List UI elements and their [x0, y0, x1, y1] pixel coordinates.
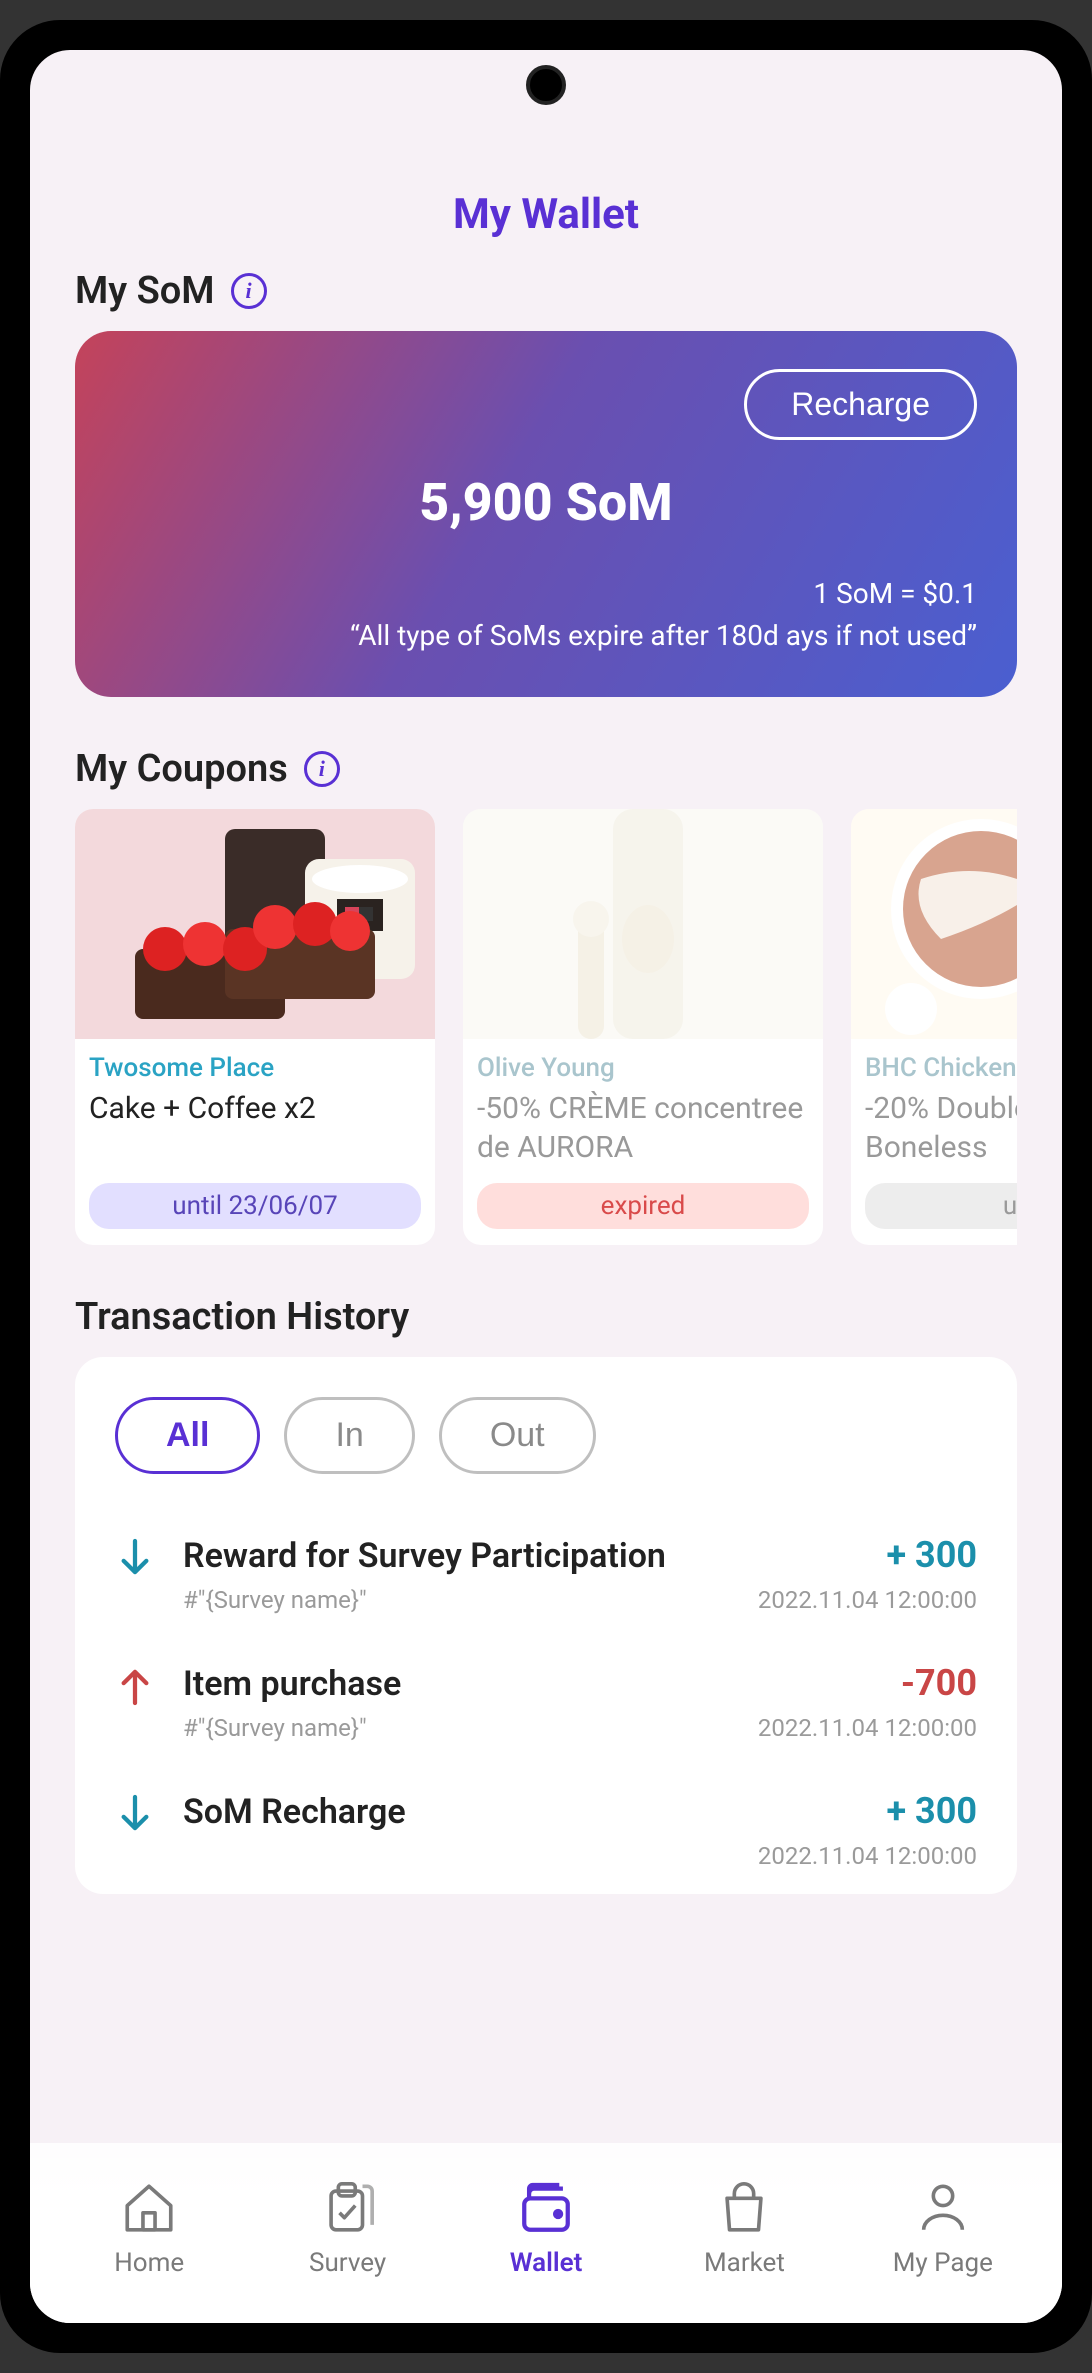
info-icon[interactable]: i	[231, 273, 267, 309]
balance-rate: 1 SoM = $0.1	[115, 573, 977, 615]
transaction-row[interactable]: Item purchase -700 #"{Survey name}" 2022…	[115, 1638, 977, 1766]
transaction-subtitle: #"{Survey name}"	[183, 1714, 367, 1742]
coupon-status-badge: until 23/06/07	[89, 1183, 421, 1229]
transaction-amount: -700	[901, 1662, 977, 1704]
coupon-image	[851, 809, 1017, 1039]
balance-amount: 5,900 SoM	[115, 472, 977, 533]
clipboard-check-icon	[319, 2178, 377, 2238]
nav-market[interactable]: Market	[645, 2178, 843, 2278]
coupon-card[interactable]: Olive Young -50% CRÈME concentree de AUR…	[463, 809, 823, 1245]
arrow-up-icon	[115, 1662, 155, 1742]
user-icon	[914, 2178, 972, 2238]
nav-mypage[interactable]: My Page	[844, 2178, 1042, 2278]
nav-label: Home	[114, 2248, 184, 2278]
arrow-down-icon	[115, 1534, 155, 1614]
coupon-image	[75, 809, 435, 1039]
coupons-carousel[interactable]: Twosome Place Cake + Coffee x2 until 23/…	[75, 809, 1017, 1245]
info-icon[interactable]: i	[304, 751, 340, 787]
coupon-card[interactable]: BHC Chicken -20% Double Pop. Boneless us…	[851, 809, 1017, 1245]
app-screen: My Wallet My SoM i Recharge 5,900 SoM 1 …	[30, 50, 1062, 2323]
coupon-title: -50% CRÈME concentree de AURORA	[477, 1089, 809, 1167]
transaction-title: Item purchase	[183, 1664, 401, 1704]
coupon-brand: Olive Young	[477, 1053, 809, 1083]
transaction-filter-row: All In Out	[115, 1397, 977, 1474]
balance-expiry-note: “All type of SoMs expire after 180d ays …	[115, 615, 977, 657]
page-title: My Wallet	[75, 190, 1017, 239]
shopping-bag-icon	[715, 2178, 773, 2238]
nav-survey[interactable]: Survey	[248, 2178, 446, 2278]
wallet-icon	[517, 2178, 575, 2238]
som-section-header: My SoM i	[75, 269, 1017, 313]
coupon-title: -20% Double Pop. Boneless	[865, 1089, 1017, 1167]
transaction-title: Reward for Survey Participation	[183, 1536, 666, 1576]
phone-camera	[526, 65, 566, 105]
coupon-status-badge: expired	[477, 1183, 809, 1229]
som-section-title: My SoM	[75, 269, 215, 313]
transactions-panel: All In Out Reward for Survey Participati…	[75, 1357, 1017, 1894]
arrow-down-icon	[115, 1790, 155, 1870]
coupon-image	[463, 809, 823, 1039]
nav-home[interactable]: Home	[50, 2178, 248, 2278]
transaction-title: SoM Recharge	[183, 1792, 406, 1832]
home-icon	[120, 2178, 178, 2238]
coupons-section-header: My Coupons i	[75, 747, 1017, 791]
filter-out-button[interactable]: Out	[439, 1397, 596, 1474]
balance-card: Recharge 5,900 SoM 1 SoM = $0.1 “All typ…	[75, 331, 1017, 697]
nav-label: My Page	[893, 2248, 993, 2278]
transaction-time: 2022.11.04 12:00:00	[758, 1714, 977, 1742]
coupons-section-title: My Coupons	[75, 747, 288, 791]
transaction-row[interactable]: Reward for Survey Participation + 300 #"…	[115, 1510, 977, 1638]
filter-all-button[interactable]: All	[115, 1397, 260, 1474]
transaction-subtitle: #"{Survey name}"	[183, 1586, 367, 1614]
filter-in-button[interactable]: In	[284, 1397, 414, 1474]
recharge-button[interactable]: Recharge	[744, 369, 977, 440]
nav-wallet[interactable]: Wallet	[447, 2178, 645, 2278]
coupon-title: Cake + Coffee x2	[89, 1089, 421, 1167]
nav-label: Wallet	[510, 2248, 583, 2278]
coupon-card[interactable]: Twosome Place Cake + Coffee x2 until 23/…	[75, 809, 435, 1245]
coupon-brand: BHC Chicken	[865, 1053, 1017, 1083]
transaction-time: 2022.11.04 12:00:00	[758, 1586, 977, 1614]
bottom-nav: Home Survey Wallet Market	[30, 2143, 1062, 2323]
transaction-amount: + 300	[886, 1534, 977, 1576]
phone-frame: My Wallet My SoM i Recharge 5,900 SoM 1 …	[0, 20, 1092, 2353]
transactions-section-title: Transaction History	[75, 1295, 409, 1339]
transactions-section-header: Transaction History	[75, 1295, 1017, 1339]
nav-label: Market	[704, 2248, 785, 2278]
transaction-time: 2022.11.04 12:00:00	[758, 1842, 977, 1870]
coupon-brand: Twosome Place	[89, 1053, 421, 1083]
nav-label: Survey	[309, 2248, 386, 2278]
coupon-status-badge: used	[865, 1183, 1017, 1229]
transaction-row[interactable]: SoM Recharge + 300 2022.11.04 12:00:00	[115, 1766, 977, 1894]
content-area: My Wallet My SoM i Recharge 5,900 SoM 1 …	[30, 50, 1062, 2143]
transaction-amount: + 300	[886, 1790, 977, 1832]
